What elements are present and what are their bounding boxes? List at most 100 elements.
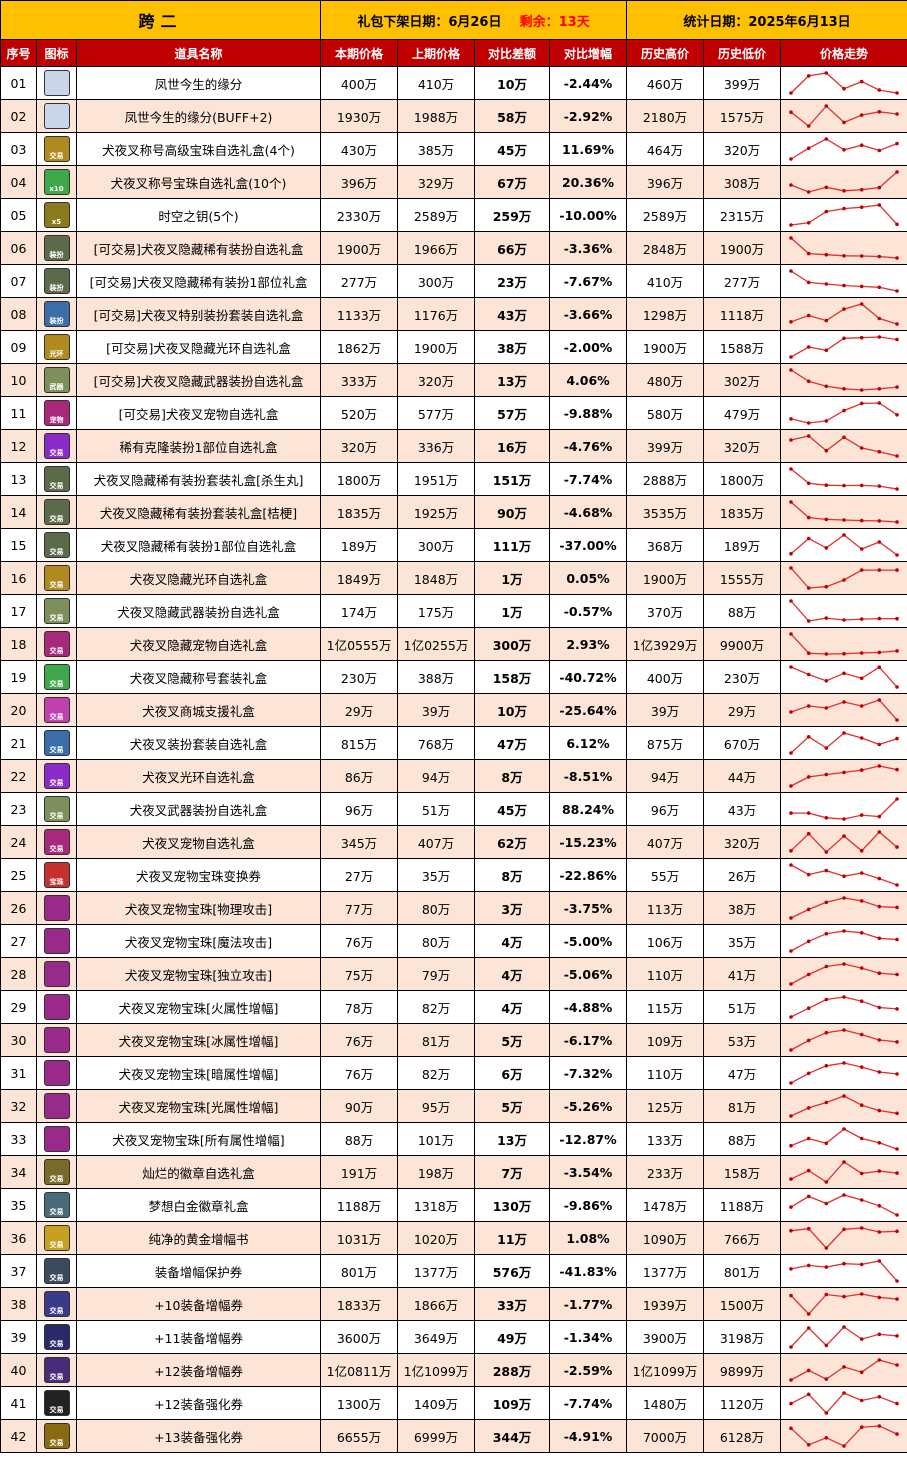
trend-sparkline xyxy=(789,1325,899,1349)
trend-point xyxy=(789,355,793,359)
trend-cell xyxy=(780,561,907,595)
trend-point xyxy=(895,222,899,227)
trend-sparkline xyxy=(789,830,899,854)
icon-cell: 交易 xyxy=(36,1188,77,1222)
trend-point xyxy=(806,434,811,438)
trend-point xyxy=(842,1061,846,1065)
trend-point xyxy=(806,1326,811,1330)
current-price: 29万 xyxy=(320,693,399,727)
current-price: 1031万 xyxy=(320,1221,399,1255)
pet-orb-icon xyxy=(43,961,70,987)
trend-point xyxy=(824,1265,829,1269)
trend-cell xyxy=(780,330,907,364)
trend-point xyxy=(789,500,793,504)
trend-point xyxy=(859,284,864,289)
gift-white-icon xyxy=(43,70,70,96)
current-price: 2330万 xyxy=(320,198,399,232)
trend-cell xyxy=(780,1089,907,1123)
trend-point xyxy=(895,972,899,977)
price-diff: 111万 xyxy=(474,528,551,562)
row-no: 22 xyxy=(0,759,37,793)
trend-point xyxy=(806,379,811,384)
history-high: 2180万 xyxy=(626,99,705,133)
row-no: 31 xyxy=(0,1056,37,1090)
history-high: 2888万 xyxy=(626,462,705,496)
item-name: [可交易]犬夜叉隐藏稀有装扮1部位礼盒 xyxy=(75,264,322,298)
trend-point xyxy=(842,533,846,537)
row-no: 36 xyxy=(0,1221,37,1255)
trend-point xyxy=(842,120,846,125)
trend-sparkline xyxy=(789,929,899,953)
table-row: 07 装扮 [可交易]犬夜叉隐藏稀有装扮1部位礼盒 277万 300万 23万 -7.67%… xyxy=(0,264,907,298)
row-no: 30 xyxy=(0,1023,37,1057)
col-no: 序号 xyxy=(0,39,37,67)
trend-point xyxy=(859,568,864,572)
history-high: 1939万 xyxy=(626,1287,705,1321)
trend-point xyxy=(877,830,882,834)
trend-point xyxy=(806,481,811,486)
trend-point xyxy=(806,1071,811,1076)
trend-point xyxy=(895,797,899,801)
pet-orb-icon xyxy=(43,928,70,954)
trend-point xyxy=(859,1425,864,1429)
previous-price: 51万 xyxy=(397,792,476,826)
stat-date-label: 统计日期： xyxy=(683,14,749,30)
icon-caption: 装扮 xyxy=(49,284,64,292)
row-no: 02 xyxy=(0,99,37,133)
history-high: 1298万 xyxy=(626,297,705,331)
history-high: 1090万 xyxy=(626,1221,705,1255)
trend-sparkline xyxy=(789,71,899,95)
table-row: 39 交易 +11装备增幅券 3600万 3649万 49万 -1.34% 3900万 3198… xyxy=(0,1320,907,1354)
trend-line xyxy=(790,1326,898,1348)
trend-point xyxy=(789,1426,793,1431)
trend-point xyxy=(859,1198,864,1202)
previous-price: 82万 xyxy=(397,1056,476,1090)
history-high: 1900万 xyxy=(626,330,705,364)
trend-point xyxy=(859,704,864,708)
trend-point xyxy=(842,700,846,704)
previous-price: 329万 xyxy=(397,165,476,199)
trend-cell xyxy=(780,1221,907,1255)
trend-line xyxy=(790,633,898,655)
previous-price: 1318万 xyxy=(397,1188,476,1222)
gold-box-icon: 光环 xyxy=(43,334,70,360)
price-change-pct: -6.17% xyxy=(549,1023,628,1057)
history-high: 400万 xyxy=(626,660,705,694)
history-high: 133万 xyxy=(626,1122,705,1156)
price-change-pct: -4.88% xyxy=(549,990,628,1024)
remaining-value: 13天 xyxy=(558,14,590,30)
table-row: 15 交易 犬夜叉隐藏稀有装扮1部位自选礼盒 189万 300万 111万 -37.00% 3… xyxy=(0,528,907,562)
item-name: 犬夜叉宠物宝珠[独立攻击] xyxy=(75,957,322,991)
trend-point xyxy=(789,183,793,187)
trend-point xyxy=(806,1263,811,1268)
trend-point xyxy=(859,113,864,117)
trend-point xyxy=(806,146,811,150)
icon-cell: 宝珠 xyxy=(36,858,77,892)
trend-point xyxy=(895,1363,899,1367)
trend-point xyxy=(877,650,882,655)
current-price: 1300万 xyxy=(320,1386,399,1420)
item-name: 犬夜叉宠物宝珠[火属性增幅] xyxy=(75,990,322,1024)
history-high: 2848万 xyxy=(626,231,705,265)
history-low: 1555万 xyxy=(703,561,782,595)
icon-caption: 交易 xyxy=(49,647,64,655)
trend-sparkline xyxy=(789,1226,899,1250)
row-no: 40 xyxy=(0,1353,37,1387)
icon-cell: x5 xyxy=(36,198,77,232)
trend-cell xyxy=(780,825,907,859)
trend-cell xyxy=(780,363,907,397)
stat-date-value: 2025年6月13日 xyxy=(748,14,851,30)
history-high: 1478万 xyxy=(626,1188,705,1222)
previous-price: 80万 xyxy=(397,891,476,925)
trend-point xyxy=(842,307,846,311)
trend-point xyxy=(789,710,793,714)
history-low: 320万 xyxy=(703,132,782,166)
col-high: 历史高价 xyxy=(626,39,705,67)
trend-sparkline xyxy=(789,467,899,491)
trend-point xyxy=(824,1100,829,1105)
trend-cell xyxy=(780,99,907,133)
icon-cell: 交易 xyxy=(36,1353,77,1387)
trend-sparkline xyxy=(789,962,899,986)
table-row: 32 犬夜叉宠物宝珠[光属性增幅] 90万 95万 5万 -5.26% 125万 81万 xyxy=(0,1089,907,1123)
item-name: +12装备增幅券 xyxy=(75,1353,322,1387)
